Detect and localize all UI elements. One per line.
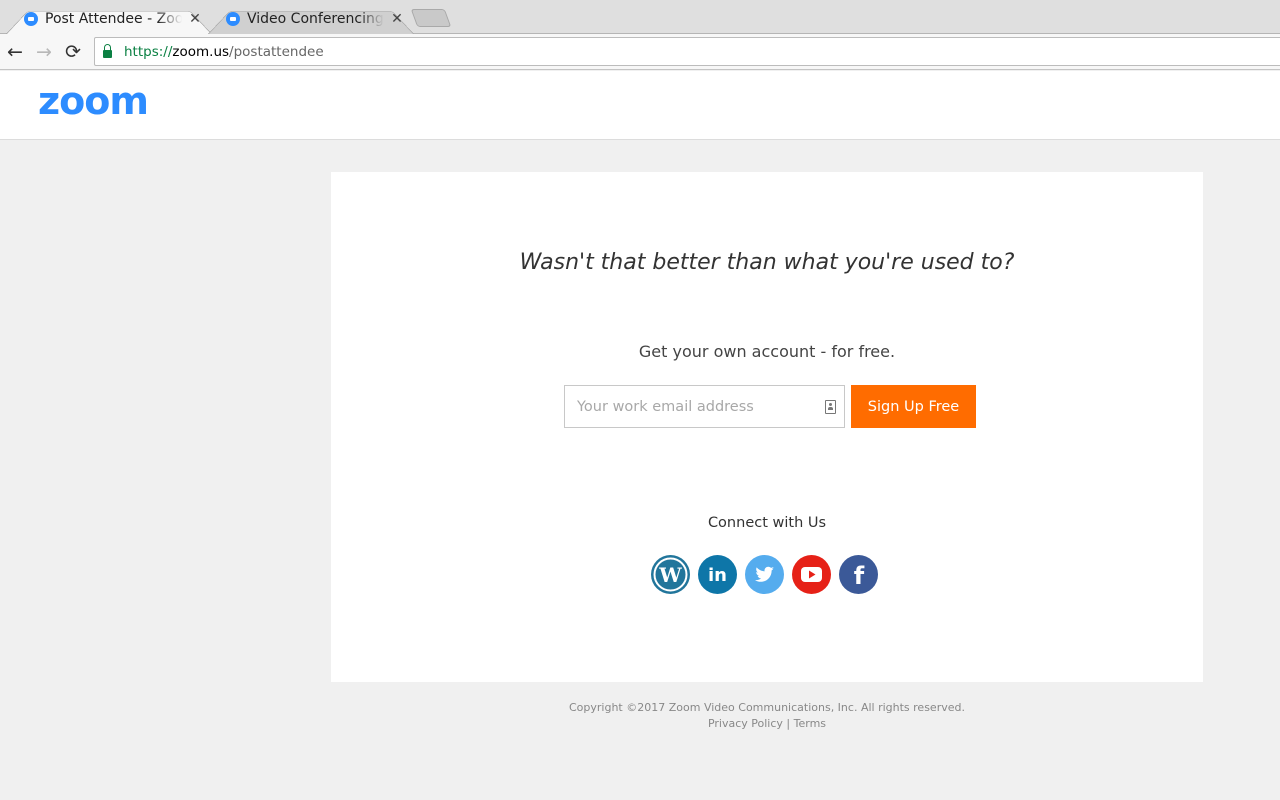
tab-video-conferencing[interactable]: Video Conferencing, Web Conferencing ✕	[208, 3, 414, 34]
tab-post-attendee[interactable]: Post Attendee - Zoom ✕	[6, 3, 212, 34]
post-attendee-card: Wasn't that better than what you're used…	[331, 172, 1203, 682]
lock-icon	[103, 43, 112, 58]
url-path: /postattendee	[229, 43, 324, 60]
reload-icon[interactable]: ⟳	[61, 40, 85, 64]
new-tab-button[interactable]	[410, 9, 452, 27]
wordpress-icon[interactable]: W	[651, 555, 690, 594]
youtube-icon[interactable]	[792, 555, 831, 594]
browser-toolbar: ← → ⟳ https://zoom.us/postattendee	[0, 34, 1280, 70]
sign-up-free-button[interactable]: Sign Up Free	[851, 385, 976, 428]
url-host: zoom.us	[172, 43, 230, 60]
connect-label: Connect with Us	[707, 515, 827, 531]
tab-title: Video Conferencing, Web Conferencing	[247, 10, 385, 27]
email-field-wrapper	[564, 385, 845, 428]
terms-link[interactable]: Terms	[794, 717, 826, 730]
privacy-policy-link[interactable]: Privacy Policy	[708, 717, 783, 730]
twitter-icon[interactable]	[745, 555, 784, 594]
svg-text:W: W	[658, 563, 682, 587]
site-header: zoom	[0, 71, 1280, 140]
forward-arrow-icon[interactable]: →	[32, 40, 56, 64]
zoom-favicon-icon	[226, 11, 240, 26]
address-bar[interactable]: https://zoom.us/postattendee	[94, 37, 1280, 66]
social-links: W in f	[651, 555, 878, 594]
contact-card-icon[interactable]	[825, 400, 836, 414]
zoom-logo[interactable]: zoom	[38, 79, 149, 123]
close-tab-icon[interactable]: ✕	[188, 10, 202, 27]
svg-text:in: in	[708, 565, 727, 586]
back-arrow-icon[interactable]: ←	[3, 40, 27, 64]
tab-title: Post Attendee - Zoom	[45, 10, 183, 27]
page-headline: Wasn't that better than what you're used…	[519, 250, 1015, 275]
zoom-favicon-icon	[24, 11, 38, 26]
linkedin-icon[interactable]: in	[698, 555, 737, 594]
page-footer: Copyright ©2017 Zoom Video Communication…	[331, 700, 1203, 732]
browser-tabstrip: Post Attendee - Zoom ✕ Video Conferencin…	[0, 0, 1280, 34]
url-scheme: https://	[124, 43, 173, 60]
svg-text:f: f	[854, 562, 865, 590]
copyright-text: Copyright ©2017 Zoom Video Communication…	[569, 701, 965, 714]
email-field[interactable]	[577, 398, 817, 415]
signup-subhead: Get your own account - for free.	[638, 342, 896, 361]
footer-separator: |	[786, 717, 791, 730]
facebook-icon[interactable]: f	[839, 555, 878, 594]
close-tab-icon[interactable]: ✕	[390, 10, 404, 27]
